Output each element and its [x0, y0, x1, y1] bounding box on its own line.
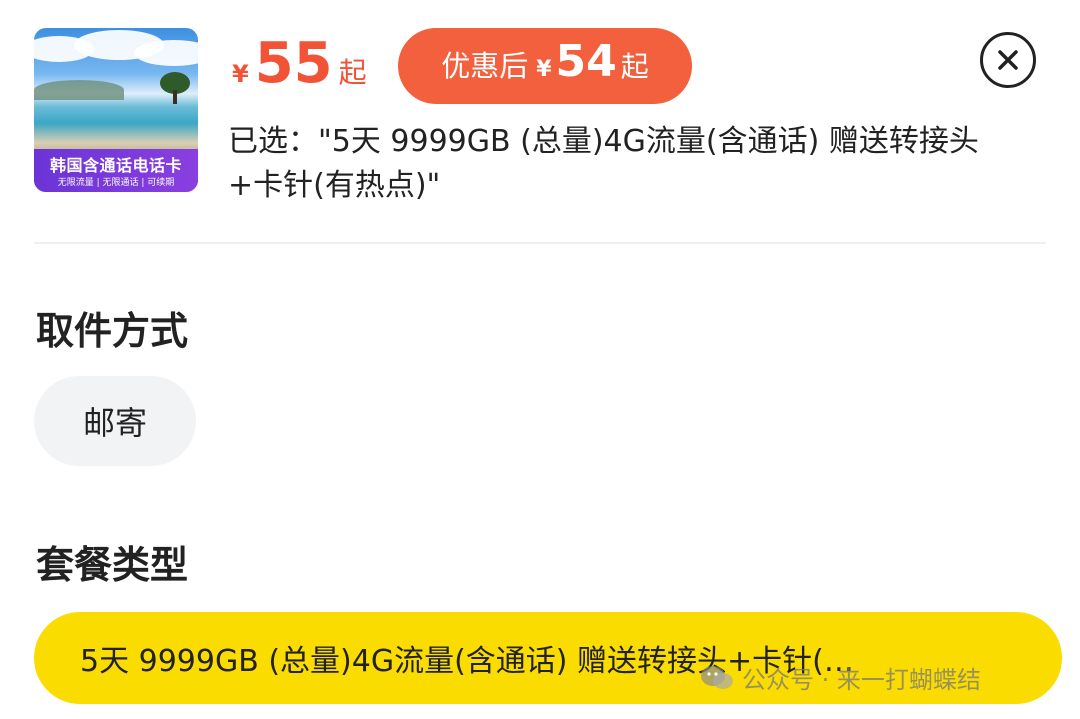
selected-summary: 已选："5天 9999GB (总量)4G流量(含通话) 赠送转接头+卡针(有热点…	[228, 124, 979, 203]
package-type-title: 套餐类型	[36, 543, 189, 587]
promo-price-badge: 优惠后 ¥ 54 起	[398, 28, 692, 104]
price-currency: ¥	[232, 60, 249, 88]
close-button[interactable]	[980, 32, 1036, 88]
hill-shape	[34, 80, 124, 100]
pickup-option-mail[interactable]: 邮寄	[34, 376, 196, 466]
price-amount: 55	[254, 31, 333, 96]
thumbnail-title: 韩国含通话电话卡	[49, 156, 182, 175]
price: ¥ 55 起	[232, 32, 367, 96]
pickup-method-title: 取件方式	[36, 309, 189, 353]
thumbnail-tags: 无限流量 | 无限通话 | 可续期	[57, 178, 175, 188]
promo-suffix: 起	[620, 50, 649, 83]
divider	[34, 242, 1046, 244]
close-icon	[998, 50, 1018, 70]
wechat-icon	[701, 665, 733, 689]
promo-amount: 54	[555, 36, 617, 87]
tree-trunk	[173, 90, 177, 104]
watermark-text: 公众号 · 来一打蝴蝶结	[742, 666, 981, 694]
product-thumbnail: 韩国含通话电话卡 无限流量 | 无限通话 | 可续期	[34, 28, 198, 192]
promo-currency: ¥	[536, 57, 552, 82]
price-suffix: 起	[338, 56, 367, 89]
watermark: 公众号 · 来一打蝴蝶结	[700, 660, 981, 695]
promo-label: 优惠后	[441, 49, 529, 83]
cloud-shape	[134, 40, 198, 66]
